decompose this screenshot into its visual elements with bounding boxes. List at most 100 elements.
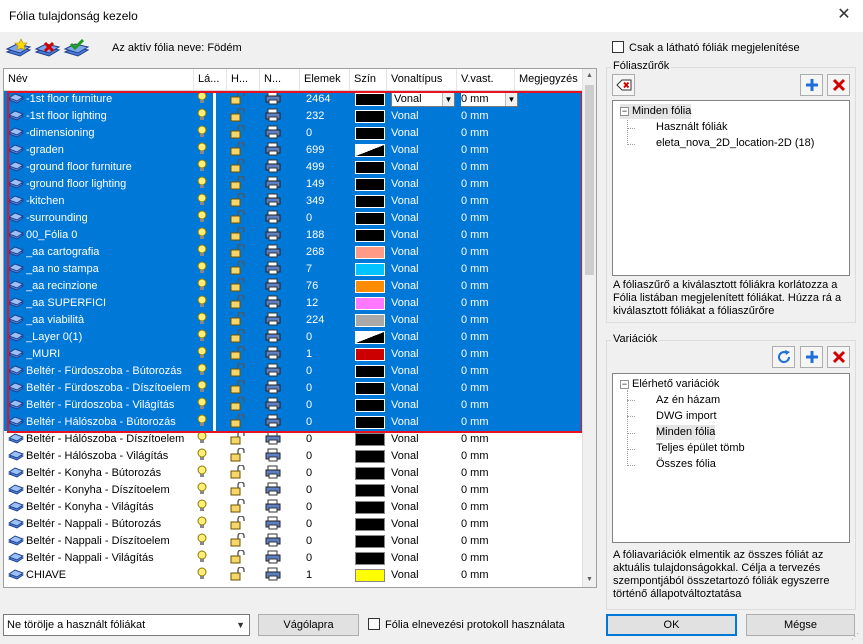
lineweight-value[interactable]: 0 mm bbox=[461, 535, 489, 547]
add-variation-button[interactable] bbox=[800, 346, 823, 368]
layer-name[interactable]: -ground floor furniture bbox=[26, 159, 194, 176]
linetype-cell[interactable]: Vonal bbox=[391, 448, 456, 465]
lineweight-value[interactable]: 0 mm bbox=[461, 416, 489, 428]
variation-item[interactable]: Az én házam bbox=[656, 393, 720, 408]
color-cell[interactable] bbox=[353, 567, 387, 584]
protocol-checkbox-row[interactable]: Fólia elnevezési protokoll használata bbox=[368, 618, 565, 631]
layer-name[interactable]: Beltér - Fürdoszoba - Világítás bbox=[26, 397, 194, 414]
lock-icon[interactable] bbox=[230, 346, 250, 363]
linetype-value[interactable]: Vonal bbox=[391, 144, 419, 156]
lineweight-cell[interactable]: 0 mm ▼ bbox=[461, 91, 519, 108]
linetype-value[interactable]: Vonal bbox=[391, 484, 419, 496]
lineweight-cell[interactable]: 0 mm bbox=[461, 465, 519, 482]
color-cell[interactable] bbox=[353, 431, 387, 448]
linetype-cell[interactable]: Vonal bbox=[391, 278, 456, 295]
lock-icon[interactable] bbox=[230, 108, 250, 125]
linetype-value[interactable]: Vonal bbox=[391, 501, 419, 513]
color-cell[interactable] bbox=[353, 125, 387, 142]
color-cell[interactable] bbox=[353, 176, 387, 193]
color-cell[interactable] bbox=[353, 448, 387, 465]
layer-name[interactable]: Beltér - Hálószoba - Világítás bbox=[26, 448, 194, 465]
lineweight-value[interactable]: 0 mm bbox=[461, 161, 489, 173]
lineweight-value[interactable]: 0 mm bbox=[461, 569, 489, 581]
printer-icon[interactable] bbox=[265, 210, 287, 227]
lock-icon[interactable] bbox=[230, 414, 250, 431]
variation-item[interactable]: Teljes épület tömb bbox=[656, 441, 745, 456]
lock-icon[interactable] bbox=[230, 227, 250, 244]
color-cell[interactable] bbox=[353, 346, 387, 363]
show-visible-checkbox[interactable] bbox=[612, 41, 624, 53]
col-name[interactable]: Név bbox=[4, 69, 194, 90]
layer-name[interactable]: _aa viabilità bbox=[26, 312, 194, 329]
layer-name[interactable]: _aa recinzione bbox=[26, 278, 194, 295]
col-lock[interactable]: H... bbox=[227, 69, 260, 90]
lineweight-cell[interactable]: 0 mm bbox=[461, 278, 519, 295]
table-row[interactable]: CHIAVE 1 Vonal 0 mm bbox=[4, 567, 584, 584]
layer-name[interactable]: _aa no stampa bbox=[26, 261, 194, 278]
col-color[interactable]: Szín bbox=[350, 69, 387, 90]
printer-icon[interactable] bbox=[265, 550, 287, 567]
layer-name[interactable]: Beltér - Hálószoba - Díszítoelem bbox=[26, 431, 194, 448]
ok-button[interactable]: OK bbox=[606, 614, 737, 636]
lineweight-value[interactable]: 0 mm bbox=[461, 246, 489, 258]
printer-icon[interactable] bbox=[265, 533, 287, 550]
table-row[interactable]: Beltér - Hálószoba - Bútorozás 0 Vonal 0 mm bbox=[4, 414, 584, 431]
new-layer-button[interactable] bbox=[4, 37, 32, 59]
clipboard-button[interactable]: Vágólapra bbox=[258, 614, 359, 636]
lock-icon[interactable] bbox=[230, 91, 250, 108]
lineweight-value[interactable]: 0 mm bbox=[461, 212, 489, 224]
linetype-cell[interactable]: Vonal bbox=[391, 244, 456, 261]
layer-name[interactable]: Beltér - Hálószoba - Bútorozás bbox=[26, 414, 194, 431]
linetype-cell[interactable]: Vonal bbox=[391, 176, 456, 193]
printer-icon[interactable] bbox=[265, 176, 287, 193]
table-row[interactable]: _MURI 1 Vonal 0 mm bbox=[4, 346, 584, 363]
linetype-value[interactable]: Vonal bbox=[391, 178, 419, 190]
layer-name[interactable]: -kitchen bbox=[26, 193, 194, 210]
lineweight-cell[interactable]: 0 mm bbox=[461, 210, 519, 227]
lock-icon[interactable] bbox=[230, 176, 250, 193]
lock-icon[interactable] bbox=[230, 380, 250, 397]
lock-icon[interactable] bbox=[230, 329, 250, 346]
printer-icon[interactable] bbox=[265, 312, 287, 329]
table-row[interactable]: Beltér - Konyha - Bútorozás 0 Vonal 0 mm bbox=[4, 465, 584, 482]
layer-name[interactable]: Beltér - Fürdoszoba - Díszítoelem bbox=[26, 380, 194, 397]
lineweight-value[interactable]: 0 mm bbox=[461, 365, 489, 377]
linetype-cell[interactable]: Vonal bbox=[391, 125, 456, 142]
layer-name[interactable]: Beltér - Nappali - Bútorozás bbox=[26, 516, 194, 533]
table-row[interactable]: Beltér - Fürdoszoba - Díszítoelem 0 Vonal 0… bbox=[4, 380, 584, 397]
table-row[interactable]: Beltér - Nappali - Világítás 0 Vonal 0 mm bbox=[4, 550, 584, 567]
lineweight-value[interactable]: 0 mm bbox=[461, 518, 489, 530]
close-button[interactable]: ✕ bbox=[833, 4, 855, 26]
color-cell[interactable] bbox=[353, 465, 387, 482]
linetype-value[interactable]: Vonal bbox=[391, 212, 419, 224]
lineweight-cell[interactable]: 0 mm bbox=[461, 295, 519, 312]
lineweight-cell[interactable]: 0 mm bbox=[461, 550, 519, 567]
printer-icon[interactable] bbox=[265, 567, 287, 584]
table-scrollbar[interactable]: ▲ ▼ bbox=[582, 69, 596, 587]
printer-icon[interactable] bbox=[265, 499, 287, 516]
lineweight-cell[interactable]: 0 mm bbox=[461, 142, 519, 159]
table-row[interactable]: -surrounding 0 Vonal 0 mm bbox=[4, 210, 584, 227]
lineweight-value[interactable]: 0 mm bbox=[461, 382, 489, 394]
lineweight-cell[interactable]: 0 mm bbox=[461, 431, 519, 448]
linetype-cell[interactable]: Vonal bbox=[391, 414, 456, 431]
lineweight-value[interactable]: 0 mm bbox=[461, 110, 489, 122]
layer-name[interactable]: -1st floor furniture bbox=[26, 91, 194, 108]
printer-icon[interactable] bbox=[265, 159, 287, 176]
layer-name[interactable]: Beltér - Konyha - Díszítoelem bbox=[26, 482, 194, 499]
table-row[interactable]: _aa SUPERFICI 12 Vonal 0 mm bbox=[4, 295, 584, 312]
bulb-icon[interactable] bbox=[197, 550, 215, 567]
lineweight-cell[interactable]: 0 mm bbox=[461, 363, 519, 380]
bulb-icon[interactable] bbox=[197, 499, 215, 516]
table-row[interactable]: Beltér - Nappali - Díszítoelem 0 Vonal 0 mm bbox=[4, 533, 584, 550]
linetype-value[interactable]: Vonal bbox=[391, 331, 419, 343]
lock-icon[interactable] bbox=[230, 363, 250, 380]
color-cell[interactable] bbox=[353, 482, 387, 499]
lock-icon[interactable] bbox=[230, 431, 250, 448]
lock-icon[interactable] bbox=[230, 448, 250, 465]
lineweight-value[interactable]: 0 mm bbox=[461, 433, 489, 445]
lineweight-value[interactable]: 0 mm bbox=[461, 501, 489, 513]
clear-filter-button[interactable] bbox=[612, 74, 635, 96]
table-row[interactable]: Beltér - Fürdoszoba - Bútorozás 0 Vonal 0 m… bbox=[4, 363, 584, 380]
linetype-value[interactable]: Vonal bbox=[391, 297, 419, 309]
